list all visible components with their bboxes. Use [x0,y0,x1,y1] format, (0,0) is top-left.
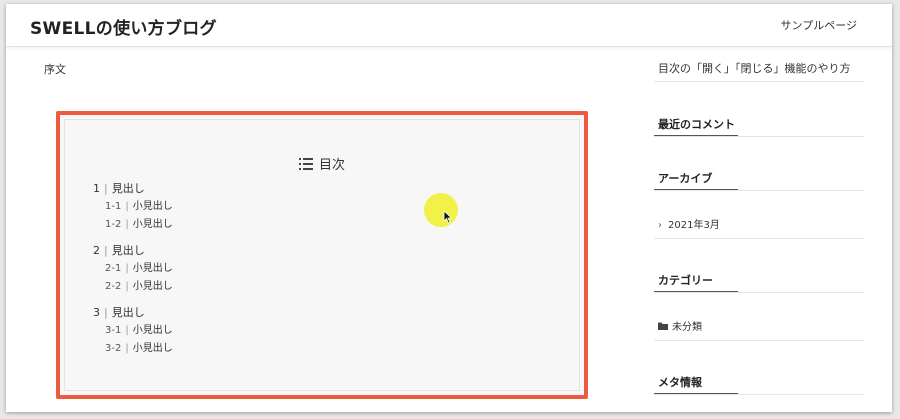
mouse-cursor-icon [443,209,453,228]
category-item-link[interactable]: 未分類 [658,318,702,333]
site-title-link[interactable]: SWELLの使い方ブログ [30,14,217,39]
folder-icon [658,322,668,333]
chevron-right-icon: › [658,220,662,231]
divider [654,81,864,82]
toc-heading-link[interactable]: 2 | 見出し [93,242,173,260]
toc-subheading-link[interactable]: 3-1 | 小見出し [93,322,173,340]
archive-item-link[interactable]: › 2021年3月 [658,216,720,231]
archive-heading: アーカイブ [658,172,713,185]
toc-heading-link[interactable]: 3 | 見出し [93,304,173,322]
divider [654,394,864,395]
table-of-contents: 目次 1 | 見出し 1-1 | 小見出し 1-2 | 小見出し 2 | 見出し 2-1 | 小見出… [64,119,580,391]
browser-window: SWELLの使い方ブログ サンプルページ 序文 目次 1 | 見出し 1-1 | 小見出… [6,4,892,412]
category-heading: カテゴリー [658,274,713,287]
recent-comments-heading: 最近のコメント [658,118,735,131]
toc-subheading-link[interactable]: 2-2 | 小見出し [93,278,173,296]
toc-title: 目次 [65,154,579,174]
list-icon [298,157,313,174]
toc-highlight-frame: 目次 1 | 見出し 1-1 | 小見出し 1-2 | 小見出し 2 | 見出し 2-1 | 小見出… [56,111,588,399]
toc-list: 1 | 見出し 1-1 | 小見出し 1-2 | 小見出し 2 | 見出し 2-1 | 小見出し 2… [93,180,173,366]
site-header: SWELLの使い方ブログ サンプルページ [6,4,892,47]
toc-group: 2 | 見出し 2-1 | 小見出し 2-2 | 小見出し [93,242,173,296]
toc-subheading-link[interactable]: 1-2 | 小見出し [93,216,173,234]
toc-subheading-link[interactable]: 1-1 | 小見出し [93,198,173,216]
divider [654,136,864,137]
toc-title-text: 目次 [318,158,345,173]
toc-heading-link[interactable]: 1 | 見出し [93,180,173,198]
divider [654,190,864,191]
nav-item-sample-page[interactable]: サンプルページ [781,17,857,33]
divider [654,340,864,341]
toc-group: 3 | 見出し 3-1 | 小見出し 3-2 | 小見出し [93,304,173,358]
recent-post-link[interactable]: 目次の「開く」「閉じる」機能のやり方 [658,60,851,76]
divider [654,238,864,239]
toc-subheading-link[interactable]: 3-2 | 小見出し [93,340,173,358]
meta-heading: メタ情報 [658,376,702,389]
toc-subheading-link[interactable]: 2-1 | 小見出し [93,260,173,278]
toc-group: 1 | 見出し 1-1 | 小見出し 1-2 | 小見出し [93,180,173,234]
divider [654,292,864,293]
intro-text: 序文 [44,63,66,76]
